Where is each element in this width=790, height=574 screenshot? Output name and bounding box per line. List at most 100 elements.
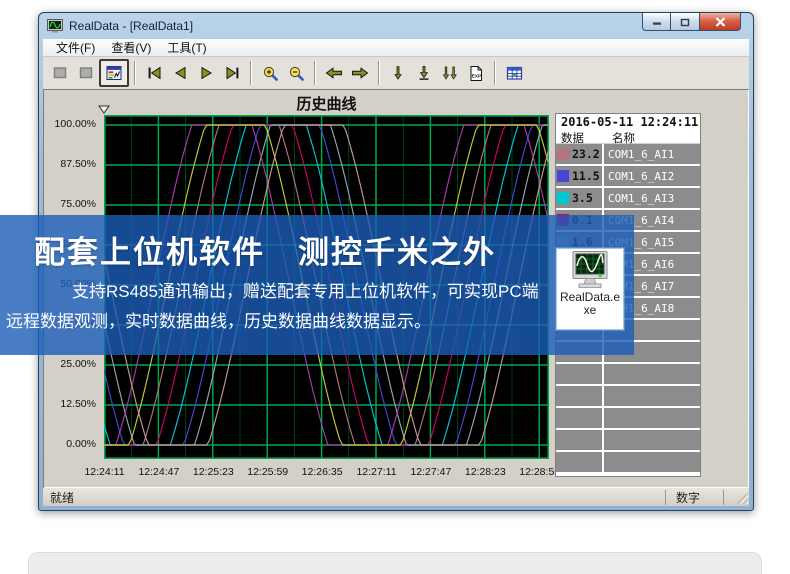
- x-tick-label: 12:27:47: [403, 466, 458, 478]
- restore-button[interactable]: [671, 13, 699, 31]
- y-tick-label: 87.50%: [43, 158, 96, 171]
- export-button[interactable]: EXP: [463, 60, 489, 86]
- restore-icon: [680, 17, 691, 27]
- row-value-cell: 11.5: [556, 166, 602, 186]
- go-first-button[interactable]: [141, 60, 167, 86]
- minimize-icon: [652, 18, 662, 26]
- go-first-icon: [146, 65, 163, 81]
- row-value-cell: 23.2: [556, 144, 602, 164]
- cursor-drop-icon: [416, 65, 432, 81]
- zoom-out-button[interactable]: [283, 60, 309, 86]
- toolbar-separator: [134, 61, 136, 85]
- table-row-empty[interactable]: [556, 408, 700, 428]
- go-last-icon: [224, 65, 241, 81]
- blank-button-2[interactable]: [73, 60, 99, 86]
- x-tick-label: 12:27:11: [349, 466, 404, 478]
- row-value: 23.2: [572, 147, 600, 161]
- promo-heading: 配套上位机软件 测控千米之外: [34, 227, 496, 272]
- screenshot-root: RealData - [RealData1] 文件(F) 查看(V) 工: [0, 0, 790, 574]
- close-button[interactable]: [699, 13, 741, 31]
- minimize-button[interactable]: [642, 13, 671, 31]
- series-color-swatch: [557, 148, 569, 160]
- pan-left-button[interactable]: [321, 60, 347, 86]
- x-tick-label: 12:24:11: [77, 466, 132, 478]
- window-title: RealData - [RealData1]: [69, 19, 193, 33]
- menu-tools[interactable]: 工具(T): [160, 38, 213, 57]
- go-last-button[interactable]: [219, 60, 245, 86]
- blank-icon: [52, 65, 68, 81]
- cursor-down-icon: [390, 65, 406, 81]
- table-row[interactable]: 23.2 COM1_6_AI1: [556, 144, 700, 164]
- pan-left-icon: [325, 65, 343, 81]
- y-tick-label: 0.00%: [43, 438, 96, 451]
- realdata-exe-icon[interactable]: RealData.e xe: [556, 248, 624, 330]
- promo-body-line1: 支持RS485通讯输出，赠送配套专用上位机软件，可实现PC端: [72, 277, 539, 302]
- x-tick-label: 12:26:35: [295, 466, 350, 478]
- chart-view-button[interactable]: [99, 59, 129, 87]
- resize-grip[interactable]: [723, 490, 749, 505]
- page-section-below: [28, 552, 762, 574]
- data-grid-icon: [506, 65, 523, 81]
- series-color-swatch: [557, 192, 569, 204]
- row-value-cell: [556, 386, 602, 406]
- x-tick-label: 12:28:23: [458, 466, 513, 478]
- status-ready: 就绪: [43, 489, 665, 506]
- row-name: COM1_6_AI1: [604, 144, 700, 164]
- export-glyph: EXP: [472, 73, 482, 79]
- toolbar-separator: [314, 61, 316, 85]
- zoom-in-button[interactable]: [257, 60, 283, 86]
- window-controls: [642, 13, 741, 31]
- go-previous-button[interactable]: [167, 60, 193, 86]
- monitor-icon: [567, 251, 613, 291]
- row-value-cell: [556, 364, 602, 384]
- go-next-button[interactable]: [193, 60, 219, 86]
- go-next-icon: [198, 65, 215, 81]
- x-tick-label: 12:25:23: [186, 466, 241, 478]
- table-row-empty[interactable]: [556, 430, 700, 450]
- cursor-double-down-button[interactable]: [437, 60, 463, 86]
- row-value-cell: [556, 452, 602, 472]
- row-name: [604, 364, 700, 384]
- table-row[interactable]: 3.5COM1_6_AI3: [556, 188, 700, 208]
- column-header-value: 数据: [556, 130, 606, 143]
- blank-button-1[interactable]: [47, 60, 73, 86]
- blank-icon: [78, 65, 94, 81]
- cursor-down-button[interactable]: [385, 60, 411, 86]
- toolbar: EXP: [43, 57, 749, 89]
- y-tick-label: 12.50%: [43, 398, 96, 411]
- close-icon: [715, 17, 726, 27]
- cursor-double-down-icon: [441, 65, 459, 81]
- series-color-swatch: [557, 170, 569, 182]
- status-bar: 就绪 数字: [43, 488, 749, 506]
- cursor-drop-button[interactable]: [411, 60, 437, 86]
- promo-body-line2: 远程数据观测，实时数据曲线，历史数据曲线数据显示。: [6, 307, 431, 332]
- toolbar-separator: [494, 61, 496, 85]
- row-name: COM1_6_AI2: [604, 166, 700, 186]
- row-value-cell: 3.5: [556, 188, 602, 208]
- table-row[interactable]: 11.5COM1_6_AI2: [556, 166, 700, 186]
- menu-file[interactable]: 文件(F): [49, 38, 102, 57]
- table-row-empty[interactable]: [556, 386, 700, 406]
- table-row-empty[interactable]: [556, 364, 700, 384]
- go-previous-icon: [172, 65, 189, 81]
- data-grid-button[interactable]: [501, 60, 527, 86]
- y-tick-label: 100.00%: [43, 118, 96, 131]
- row-value: 3.5: [572, 191, 593, 205]
- app-icon: [47, 18, 63, 34]
- row-name: [604, 452, 700, 472]
- panel-column-headers: 数据 名称: [556, 130, 700, 144]
- menu-view[interactable]: 查看(V): [104, 38, 158, 57]
- title-bar[interactable]: RealData - [RealData1]: [39, 13, 753, 39]
- menu-bar: 文件(F) 查看(V) 工具(T): [43, 39, 749, 57]
- table-row-empty[interactable]: [556, 452, 700, 472]
- chart-title: 历史曲线: [104, 93, 549, 114]
- row-name: [604, 430, 700, 450]
- cursor-timestamp: 2016-05-11 12:24:11: [556, 114, 700, 130]
- promo-overlay: 配套上位机软件 测控千米之外 支持RS485通讯输出，赠送配套专用上位机软件，可…: [0, 215, 634, 355]
- y-tick-label: 75.00%: [43, 198, 96, 211]
- x-tick-label: 12:25:59: [240, 466, 295, 478]
- toolbar-separator: [250, 61, 252, 85]
- pan-right-button[interactable]: [347, 60, 373, 86]
- icon-label-line2: xe: [584, 304, 597, 317]
- row-value-cell: [556, 408, 602, 428]
